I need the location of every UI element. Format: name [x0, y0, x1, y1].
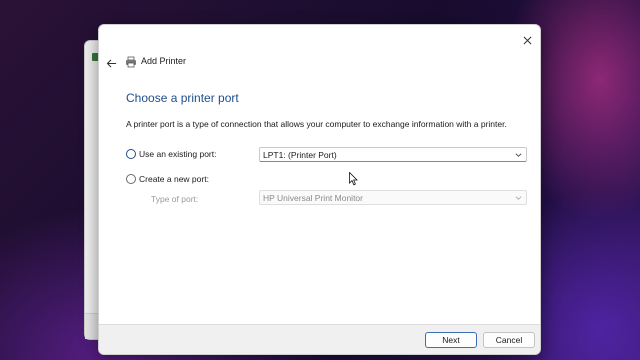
type-of-port-label: Type of port:	[151, 194, 199, 204]
radio-checked-indicator	[126, 149, 136, 159]
type-of-port-value: HP Universal Print Monitor	[263, 192, 363, 203]
close-icon	[523, 36, 531, 44]
next-button[interactable]: Next	[425, 332, 477, 348]
chevron-down-icon	[515, 153, 522, 157]
create-new-port-label: Create a new port:	[139, 174, 209, 184]
cancel-button[interactable]: Cancel	[483, 332, 535, 348]
wizard-header: Add Printer	[99, 53, 540, 73]
chevron-down-icon	[515, 196, 522, 200]
existing-port-dropdown[interactable]: LPT1: (Printer Port)	[259, 147, 527, 162]
dialog-footer: Next Cancel	[99, 324, 540, 354]
type-of-port-dropdown: HP Universal Print Monitor	[259, 190, 527, 205]
use-existing-port-label: Use an existing port:	[139, 149, 217, 159]
back-arrow-icon	[106, 58, 116, 68]
dialog-title: Add Printer	[141, 56, 187, 66]
printer-icon	[126, 56, 136, 68]
mouse-cursor-icon	[349, 172, 358, 186]
create-new-port-radio[interactable]: Create a new port:	[126, 174, 209, 184]
close-button[interactable]	[518, 31, 536, 49]
use-existing-port-radio[interactable]: Use an existing port:	[126, 149, 216, 159]
radio-unchecked-indicator	[126, 174, 136, 184]
existing-port-value: LPT1: (Printer Port)	[263, 149, 337, 160]
back-button[interactable]	[103, 55, 119, 71]
page-heading: Choose a printer port	[126, 91, 239, 105]
page-description: A printer port is a type of connection t…	[126, 119, 507, 129]
add-printer-dialog: Add Printer Choose a printer port A prin…	[98, 24, 541, 355]
